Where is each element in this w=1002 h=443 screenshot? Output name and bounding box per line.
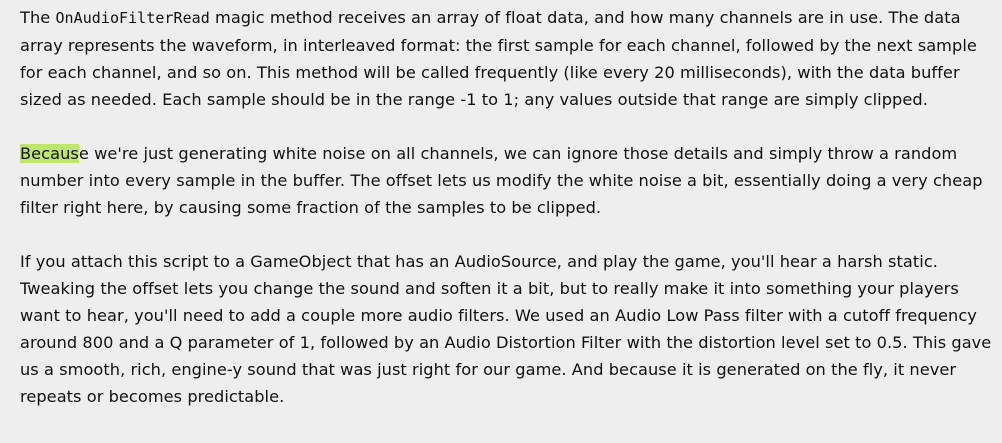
text-selection-highlight: Becaus	[20, 144, 79, 163]
paragraph-body-text: If you attach this script to a GameObjec…	[20, 252, 992, 406]
paragraph-intro-text: The	[20, 8, 56, 27]
paragraph-audio-filter-read: The OnAudioFilterRead magic method recei…	[20, 4, 995, 113]
paragraph-body-text: e we're just generating white noise on a…	[20, 144, 983, 217]
paragraph-white-noise: Because we're just generating white nois…	[20, 140, 995, 221]
paragraph-audio-filters: If you attach this script to a GameObjec…	[20, 248, 995, 410]
article-body: The OnAudioFilterRead magic method recei…	[20, 4, 995, 410]
inline-code-onaudiofilterread: OnAudioFilterRead	[55, 9, 210, 27]
